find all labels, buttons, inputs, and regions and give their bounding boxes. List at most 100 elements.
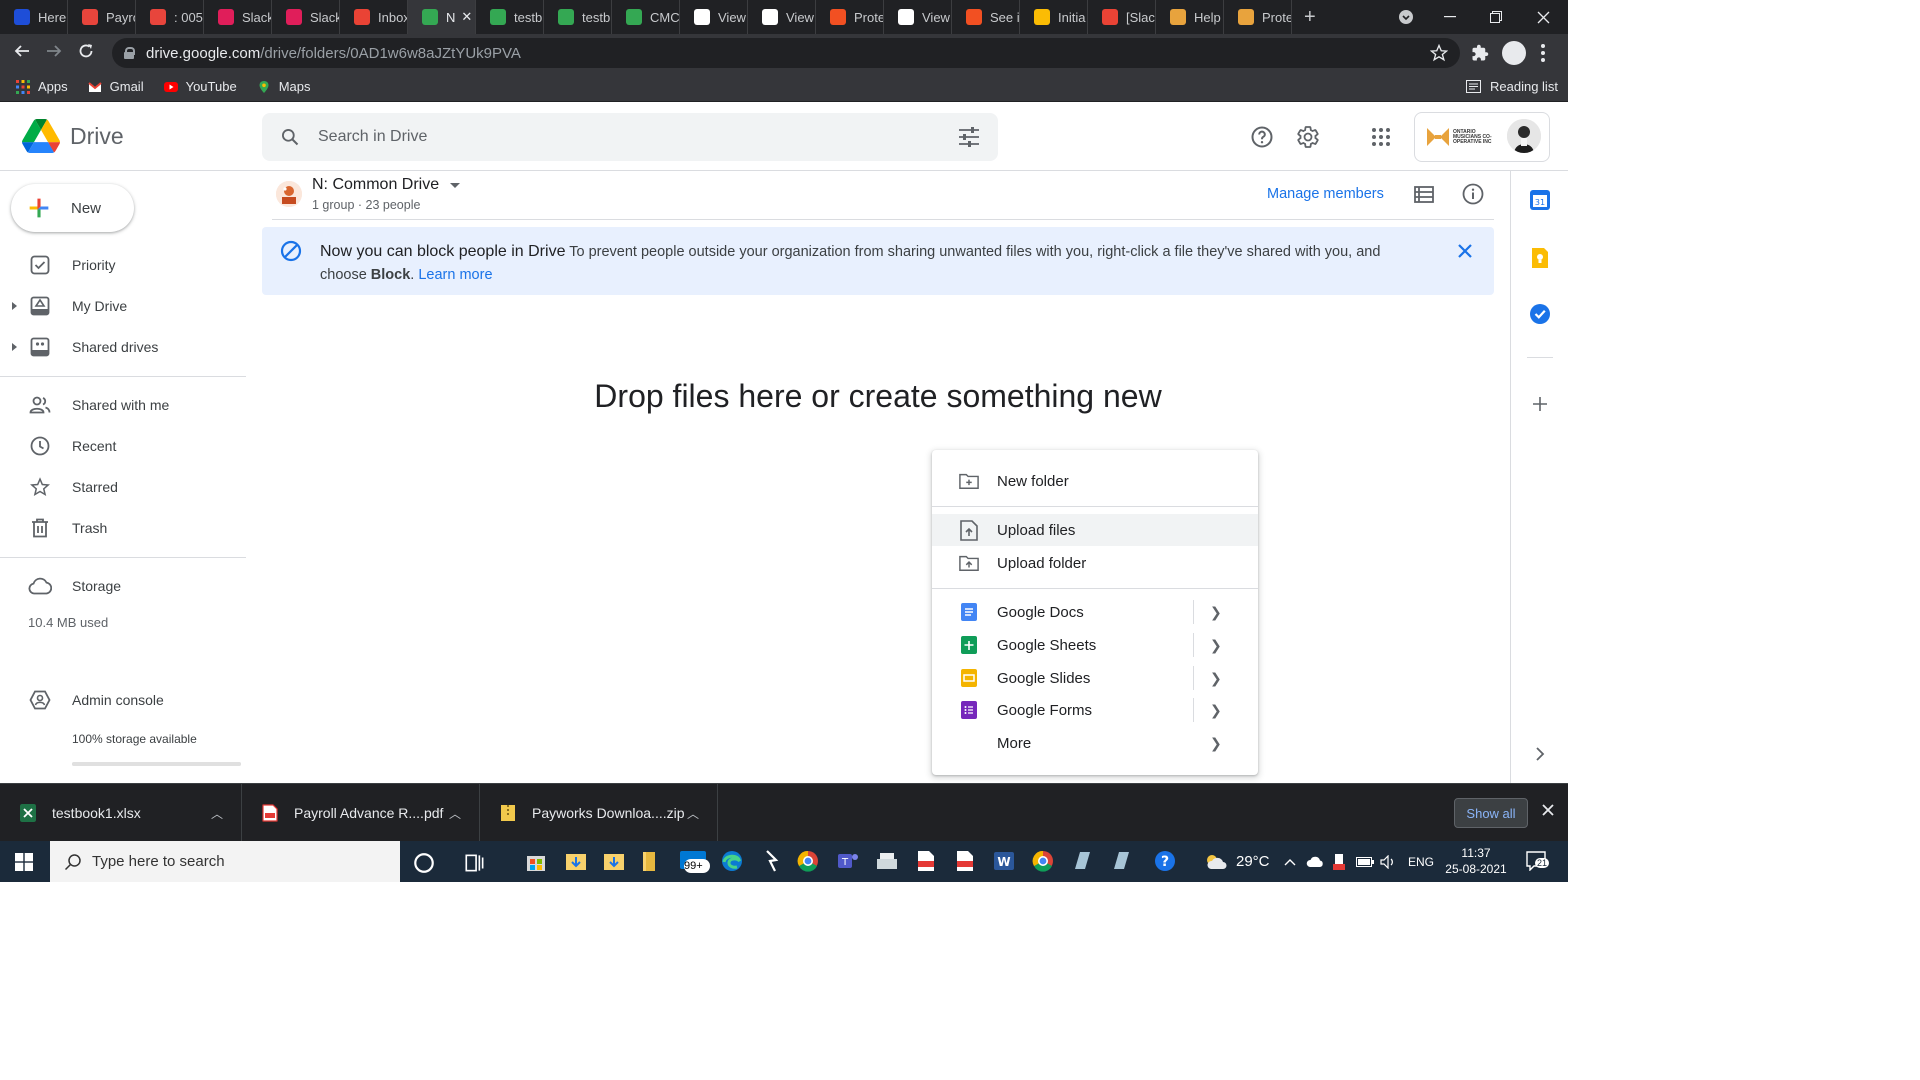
forward-icon[interactable] [38,43,70,64]
browser-tab[interactable]: testb [544,0,612,34]
sidebar-item-shared-drives[interactable]: Shared drives [0,329,246,365]
onedrive-icon[interactable] [1306,841,1324,882]
search-options-icon[interactable] [958,127,980,147]
lock-icon[interactable] [124,47,135,59]
expand-caret-icon[interactable] [12,302,17,310]
help-icon[interactable]: ? [1153,849,1177,873]
minimize-icon[interactable] [1444,0,1456,34]
search-bar[interactable]: Search in Drive [262,113,998,161]
profile-avatar[interactable] [1502,41,1526,65]
sidebar-item-starred[interactable]: Starred [0,469,246,505]
browser-tab[interactable]: Prote [1224,0,1292,34]
chevron-up-icon[interactable]: ︿ [211,805,223,822]
add-addon-icon[interactable] [1529,393,1551,415]
account-switcher[interactable]: ONTARIO MUSICIANS CO-OPERATIVE INC [1414,112,1550,162]
bookmark-apps[interactable]: Apps [16,79,68,94]
manage-members-button[interactable]: Manage members [1267,186,1384,202]
search-icon[interactable] [280,127,300,147]
browser-tab[interactable]: Slack [272,0,340,34]
app-icon[interactable] [1070,849,1094,873]
terminal-icon[interactable] [760,849,784,873]
menu-item-google-sheets[interactable]: Google Sheets ❯ [932,629,1258,661]
browser-tab[interactable]: CMC [612,0,680,34]
app-icon[interactable] [1109,849,1133,873]
show-hidden-icons-icon[interactable] [1284,841,1296,882]
sidebar-item-priority[interactable]: Priority [0,247,246,283]
browser-tab[interactable]: Inbox [340,0,408,34]
mail-app-icon[interactable]: 99+ [680,849,710,873]
pdf-app-icon[interactable] [953,849,977,873]
new-button[interactable]: New [11,184,134,232]
menu-item-upload-folder[interactable]: Upload folder [932,547,1258,579]
close-icon[interactable] [1457,243,1473,259]
help-icon[interactable] [1250,125,1274,149]
download-item[interactable]: Payworks Downloa....zip ︿ [480,784,718,842]
menu-item-google-forms[interactable]: Google Forms ❯ [932,694,1258,726]
chevron-right-icon[interactable]: ❯ [1210,735,1222,752]
chevron-up-icon[interactable]: ︿ [687,805,699,822]
back-icon[interactable] [6,43,38,64]
sidebar-item-storage[interactable]: Storage [0,568,246,604]
task-view-icon[interactable] [463,851,487,875]
tab-search-icon[interactable] [1398,0,1414,34]
info-icon[interactable] [1462,183,1484,210]
list-view-icon[interactable] [1414,186,1434,208]
chevron-right-icon[interactable]: ❯ [1210,670,1222,687]
input-language[interactable]: ENG [1408,841,1434,882]
folder-download-icon[interactable] [564,849,588,873]
notifications-icon[interactable]: 21 [1526,851,1550,876]
browser-tab[interactable]: [Slac [1088,0,1156,34]
browser-tab[interactable]: Slack [204,0,272,34]
browser-tab[interactable]: Prote [816,0,884,34]
folder-icon[interactable] [640,849,664,873]
shared-drive-title[interactable]: N: Common Drive [312,176,439,194]
menu-item-google-docs[interactable]: Google Docs ❯ [932,596,1258,628]
drive-logo[interactable]: Drive [22,119,124,153]
browser-tab[interactable]: See i [952,0,1020,34]
browser-tab[interactable]: View [748,0,816,34]
url-field[interactable]: drive.google.com /drive/folders/0AD1w6w8… [112,38,1460,68]
calendar-icon[interactable]: 31 [1529,189,1551,211]
browser-tab[interactable]: Payro [68,0,136,34]
user-avatar[interactable] [1507,119,1541,153]
chevron-right-icon[interactable] [1535,747,1545,761]
teams-icon[interactable]: T [836,849,860,873]
settings-gear-icon[interactable] [1296,125,1320,149]
browser-tab[interactable]: Here [0,0,68,34]
keep-icon[interactable] [1529,247,1551,269]
browser-tab[interactable]: Initia [1020,0,1088,34]
download-item[interactable]: testbook1.xlsx ︿ [0,784,242,842]
close-icon[interactable] [1542,800,1554,821]
sidebar-item-admin-console[interactable]: Admin console [0,682,246,718]
reading-list[interactable]: Reading list [1466,79,1558,94]
browser-tab[interactable]: View [884,0,952,34]
system-clock[interactable]: 11:37 25-08-2021 [1444,845,1508,877]
browser-tab[interactable]: N ✕ [408,0,476,34]
bookmark-youtube[interactable]: YouTube [163,79,237,94]
menu-item-new-folder[interactable]: New folder [932,465,1258,497]
store-icon[interactable] [524,849,548,873]
close-window-icon[interactable] [1537,0,1550,34]
scanner-icon[interactable] [875,849,899,873]
search-input[interactable]: Search in Drive [318,128,427,146]
browser-tab[interactable]: : 005 [136,0,204,34]
menu-item-google-slides[interactable]: Google Slides ❯ [932,662,1258,694]
sidebar-item-recent[interactable]: Recent [0,428,246,464]
edge-icon[interactable] [720,849,744,873]
new-tab-icon[interactable]: + [1304,6,1316,29]
extensions-icon[interactable] [1471,44,1489,67]
cortana-icon[interactable] [412,851,436,875]
chevron-right-icon[interactable]: ❯ [1210,702,1222,719]
reload-icon[interactable] [70,43,102,64]
restore-icon[interactable] [1490,0,1502,34]
browser-tab[interactable]: Help [1156,0,1224,34]
expand-caret-icon[interactable] [12,343,17,351]
chevron-right-icon[interactable]: ❯ [1210,604,1222,621]
volume-icon[interactable] [1380,841,1396,882]
sidebar-item-my-drive[interactable]: My Drive [0,288,246,324]
battery-icon[interactable] [1356,841,1374,882]
bookmark-gmail[interactable]: Gmail [88,79,144,94]
menu-item-upload-files[interactable]: Upload files [932,514,1258,546]
show-all-downloads-button[interactable]: Show all [1454,798,1528,828]
usb-icon[interactable] [1332,841,1346,882]
